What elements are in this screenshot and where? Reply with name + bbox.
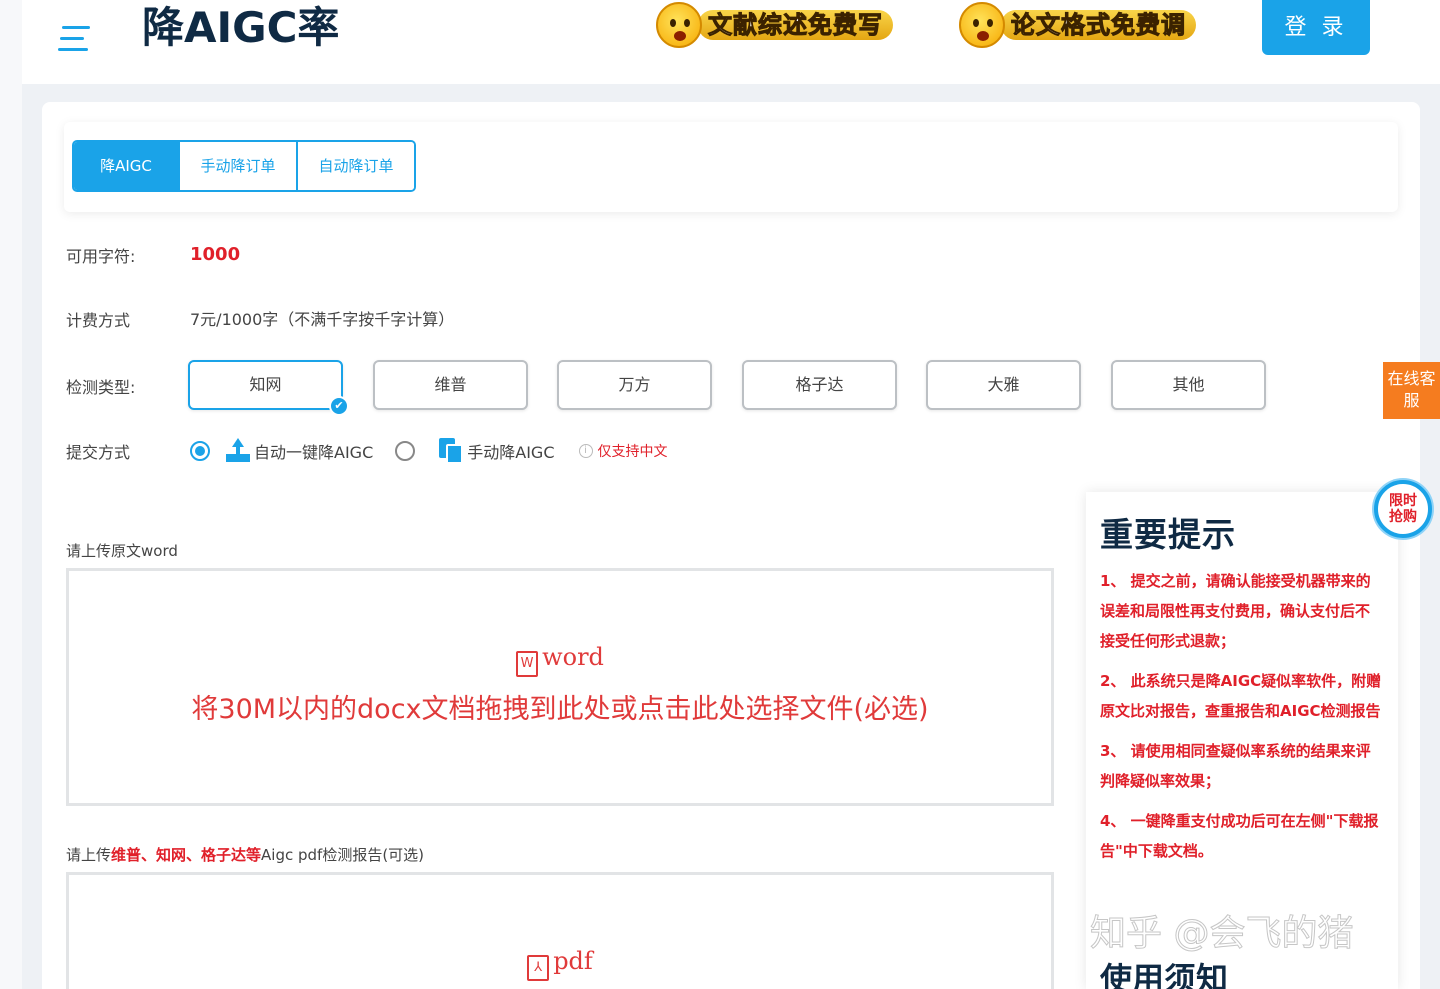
notice-item: 4、 一键降重支付成功后可在左侧"下载报告"中下载文档。	[1100, 812, 1379, 860]
documents-icon	[439, 438, 464, 464]
hamburger-menu-icon[interactable]	[58, 26, 90, 54]
pdf-label-highlight: 维普、知网、格子达等	[111, 846, 262, 864]
tab-reduce-aigc[interactable]: 降AIGC	[74, 142, 180, 190]
radio-manual[interactable]	[395, 441, 416, 461]
tab-bar: 降AIGC 手动降订单 自动降订单	[64, 122, 1398, 212]
radio-manual-label[interactable]: 手动降AIGC	[467, 439, 554, 463]
notice-item: 1、 提交之前，请确认能接受机器带来的误差和局限性再支付费用，确认支付后不接受任…	[1100, 572, 1371, 650]
word-file-icon: W	[516, 651, 539, 677]
credits-label: 可用字符:	[66, 247, 136, 266]
word-upload-label: 请上传原文word	[66, 542, 178, 560]
notice-title: 重要提示	[1100, 515, 1236, 554]
pdf-type-label: pdf	[553, 947, 593, 975]
word-file-type: Wword	[69, 643, 1051, 677]
radio-auto-label[interactable]: 自动一键降AIGC	[254, 439, 373, 463]
tab-group: 降AIGC 手动降订单 自动降订单	[72, 140, 416, 192]
note-text: 仅支持中文	[597, 444, 668, 460]
detection-option-wanfang[interactable]: 万方	[557, 360, 712, 410]
limited-sale-label: 限时抢购	[1389, 493, 1417, 525]
upload-icon	[226, 438, 250, 464]
check-icon: ✔	[329, 396, 349, 416]
detection-option-daya[interactable]: 大雅	[926, 360, 1081, 410]
shocked-face-icon	[656, 2, 702, 48]
page-title: 降AIGC率	[142, 3, 340, 52]
usage-notes-title: 使用须知	[1100, 960, 1229, 989]
promo-format-adjust[interactable]: 论文格式免费调	[959, 2, 1196, 48]
submit-method-label: 提交方式	[66, 443, 131, 462]
word-dropzone[interactable]: Wword 将30M以内的docx文档拖拽到此处或点击此处选择文件(必选)	[66, 568, 1054, 806]
pdf-file-icon: ⅄	[527, 955, 550, 981]
notice-item: 3、 请使用相同查疑似率系统的结果来评判降疑似率效果；	[1100, 742, 1371, 790]
shocked-face-icon	[959, 2, 1005, 48]
detection-option-vip[interactable]: 维普	[373, 360, 528, 410]
promo-label: 文献综述免费写	[698, 10, 893, 40]
word-type-label: word	[542, 643, 604, 671]
login-button[interactable]: 登 录	[1262, 0, 1370, 55]
promo-literature-review[interactable]: 文献综述免费写	[656, 2, 893, 48]
limited-sale-badge[interactable]: 限时抢购	[1374, 480, 1432, 538]
detection-option-cnki[interactable]: 知网 ✔	[188, 360, 349, 416]
info-icon: i	[578, 444, 593, 458]
chinese-only-note: i 仅支持中文	[578, 441, 668, 461]
detection-option-label: 知网	[249, 375, 282, 394]
tab-manual-orders[interactable]: 手动降订单	[180, 142, 298, 190]
watermark: 知乎 @会飞的猪	[1089, 913, 1354, 955]
pdf-upload-label: 请上传维普、知网、格子达等Aigc pdf检测报告(可选)	[66, 844, 424, 865]
word-dropzone-hint: 将30M以内的docx文档拖拽到此处或点击此处选择文件(必选)	[191, 694, 929, 725]
notice-item: 2、 此系统只是降AIGC疑似率软件，附赠原文比对报告，查重报告和AIGC检测报…	[1100, 672, 1382, 720]
detection-option-gezida[interactable]: 格子达	[742, 360, 897, 410]
billing-label: 计费方式	[66, 311, 131, 330]
left-edge-strip	[0, 0, 22, 989]
pdf-label-suffix: Aigc pdf检测报告(可选)	[261, 846, 425, 864]
detection-type-label: 检测类型:	[66, 378, 136, 397]
pdf-file-type: ⅄ pdf	[69, 947, 1051, 981]
radio-auto[interactable]	[190, 441, 210, 461]
pdf-dropzone[interactable]: ⅄ pdf	[66, 872, 1054, 989]
promo-label: 论文格式免费调	[1001, 10, 1196, 40]
submit-method-group: 自动一键降AIGC 手动降AIGC i 仅支持中文	[190, 438, 668, 464]
tab-auto-orders[interactable]: 自动降订单	[298, 142, 414, 190]
credits-value: 1000	[190, 244, 241, 265]
billing-value: 7元/1000字（不满千字按千字计算）	[190, 310, 455, 329]
detection-option-other[interactable]: 其他	[1111, 360, 1266, 410]
online-service-button[interactable]: 在线客服	[1383, 362, 1440, 419]
pdf-label-prefix: 请上传	[66, 846, 112, 864]
top-header: 降AIGC率 文献综述免费写 论文格式免费调 登 录	[22, 0, 1440, 84]
